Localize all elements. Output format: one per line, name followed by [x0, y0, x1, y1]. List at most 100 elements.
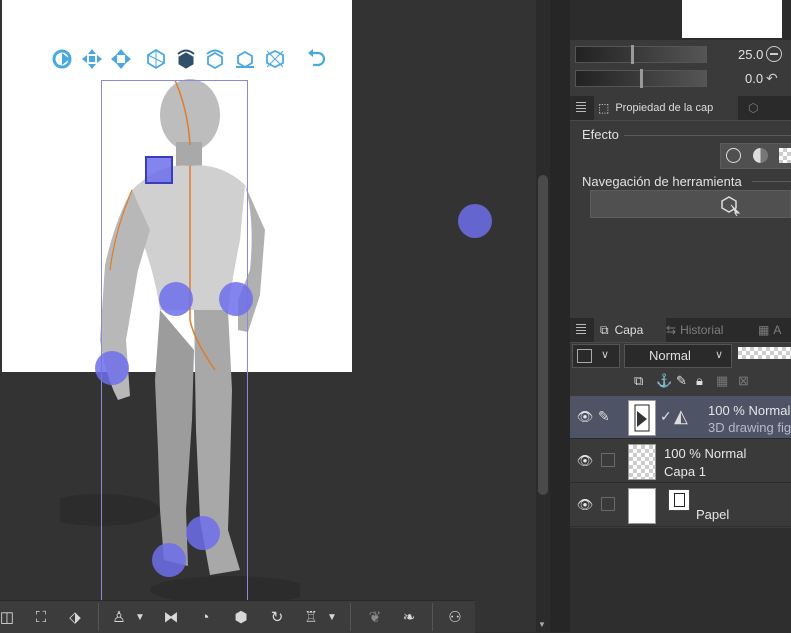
canvas-area[interactable] [0, 0, 536, 632]
camera-dolly-icon[interactable] [108, 46, 134, 72]
joint-handle[interactable] [95, 351, 129, 385]
object-rotate-free-icon[interactable] [202, 46, 228, 72]
layer-tools-row: ⧉ ⚓ ✎ 🔒︎ ▦ ⊠ [570, 370, 791, 394]
opacity-slider[interactable] [738, 347, 791, 359]
frame-icon[interactable]: ⛶ [28, 605, 54, 629]
effect-label: Efecto [582, 127, 619, 142]
camera-pan-icon[interactable] [79, 46, 105, 72]
tab-historial[interactable]: ⇆ Historial [666, 318, 723, 342]
pose-data-icon[interactable]: ♖ [298, 605, 324, 629]
reset-icon[interactable] [303, 46, 329, 72]
border-effect-icon[interactable] [726, 148, 741, 163]
layer-opacity-mode: 100 % Normal [708, 403, 791, 418]
ground-icon[interactable]: ⬗ [62, 605, 88, 629]
zoom-value: 25.0 [738, 47, 764, 62]
dropdown-icon[interactable]: ▼ [324, 605, 340, 629]
lock-icon[interactable]: 🔒︎ [696, 373, 703, 389]
rotate-slider[interactable] [575, 69, 707, 88]
layer-property-tabbar: ⬚ Propiedad de la cap ⬡ [570, 96, 791, 121]
pose-reset-icon[interactable]: ❦ [362, 605, 388, 629]
layer-select-checkbox[interactable] [601, 453, 615, 467]
figure-bounding-box [101, 80, 248, 602]
tab-other[interactable]: ⬡ [748, 96, 758, 120]
layers-icon: ⧉ [600, 322, 609, 337]
joint-handle[interactable] [219, 282, 253, 316]
joint-handle[interactable] [159, 282, 193, 316]
rotate-reset-icon[interactable]: ↶ [766, 70, 778, 87]
layer-opacity-mode: 100 % Normal [664, 446, 747, 461]
layer-row-3d[interactable]: 👁︎ ✎ ✓ ◭ 100 % Normal 3D drawing figu [570, 396, 791, 439]
3d-layer-icon: ◭ [674, 406, 688, 426]
camera-rotate-icon[interactable] [49, 46, 75, 72]
panel-grip-icon[interactable] [576, 102, 586, 112]
paper-layer-icon [668, 489, 690, 511]
tool-navigation-button[interactable] [590, 190, 791, 218]
tab-label: Propiedad de la cap [615, 102, 714, 114]
layer-name: Papel [696, 507, 730, 522]
object-scale-icon[interactable] [262, 46, 288, 72]
layer-name: 3D drawing figu [708, 420, 791, 435]
check-icon: ✓ [660, 408, 672, 424]
tab-label: Capa [614, 323, 644, 337]
effect-buttons [720, 143, 791, 169]
tab-layer-property[interactable]: ⬚ Propiedad de la cap [594, 96, 738, 120]
reference-icon[interactable]: ⚓ [656, 373, 672, 389]
layer-thumbnail [628, 488, 656, 524]
neck-joint-handle[interactable] [145, 156, 173, 184]
joint-handle[interactable] [458, 204, 492, 238]
rotate-limit-icon[interactable]: ◔ [192, 605, 218, 629]
layer-thumbnail [628, 444, 656, 480]
tab-label: A [773, 323, 782, 337]
layer-list-empty [570, 528, 791, 632]
mask-icon[interactable]: ⊠ [738, 373, 749, 389]
tool-navigation-label: Navegación de herramienta [582, 174, 742, 189]
scroll-down-icon[interactable]: ▼ [538, 620, 548, 630]
layer-tabbar: ⧉ Capa ⇆ Historial ▦ A [570, 318, 791, 343]
visibility-eye-icon[interactable]: 👁︎ [576, 452, 594, 470]
object-move-icon[interactable] [143, 46, 169, 72]
blend-mode-value: Normal [649, 348, 691, 363]
layer-name: Capa 1 [664, 464, 706, 479]
joint-handle[interactable] [186, 516, 220, 550]
visibility-eye-icon[interactable]: 👁︎ [576, 408, 594, 426]
chevron-down-icon: ∨ [715, 349, 724, 361]
layer-thumbnail [628, 400, 656, 436]
layer-select-checkbox[interactable] [601, 497, 615, 511]
navigator-preview[interactable] [682, 0, 782, 38]
zoom-out-icon[interactable] [766, 46, 782, 62]
draft-icon[interactable]: ✎ [676, 373, 687, 389]
panel-divider [550, 0, 570, 632]
object-list-icon[interactable]: ⬢ [228, 605, 254, 629]
pose-apply-icon[interactable]: ❧ [396, 605, 422, 629]
visibility-eye-icon[interactable]: 👁︎ [576, 496, 594, 514]
tab-label: Historial [680, 323, 724, 337]
chevron-down-icon: ∨ [601, 349, 610, 361]
blend-mode-select[interactable]: Normal ∨ [624, 344, 732, 368]
tab-auto-action[interactable]: ▦ A [758, 318, 781, 342]
layer-row-capa1[interactable]: 👁︎ 100 % Normal Capa 1 [570, 440, 791, 483]
object-rotate-icon[interactable] [173, 46, 199, 72]
pose-figure-icon[interactable]: ♙ [106, 605, 132, 629]
pen-icon[interactable]: ✎ [598, 408, 610, 425]
panel-grip-icon[interactable] [576, 324, 586, 334]
dropdown-icon[interactable]: ▼ [132, 605, 148, 629]
auto-action-icon: ▦ [758, 323, 770, 337]
joint-lock-icon[interactable]: ↻ [264, 605, 290, 629]
flip-icon[interactable]: ⧓ [158, 605, 184, 629]
rotate-value: 0.0 [745, 71, 764, 86]
layer-row-papel[interactable]: 👁︎ Papel [570, 484, 791, 527]
clipping-icon[interactable]: ⧉ [634, 373, 643, 389]
object-launcher-toolbar: ◫ ⛶ ⬗ ♙ ▼ ⧓ ◔ ⬢ ↻ ♖ ▼ ❦ ❧ ⚇ [0, 600, 475, 633]
zoom-slider[interactable] [575, 45, 707, 64]
history-icon: ⇆ [666, 323, 677, 337]
tab-capa[interactable]: ⧉ Capa [594, 318, 666, 342]
tone-effect-icon[interactable] [753, 148, 768, 163]
camera-capture-icon[interactable]: ◫ [0, 605, 20, 629]
joint-handle[interactable] [152, 543, 186, 577]
lock-transparency-icon[interactable]: ▦ [716, 373, 728, 389]
figure-pose-icon[interactable]: ⚇ [442, 605, 468, 629]
object-pan-icon[interactable] [232, 46, 258, 72]
layer-color-icon[interactable] [779, 148, 791, 163]
layer-color-select[interactable]: ∨ [572, 344, 620, 368]
scrollbar-thumb[interactable] [538, 175, 548, 495]
